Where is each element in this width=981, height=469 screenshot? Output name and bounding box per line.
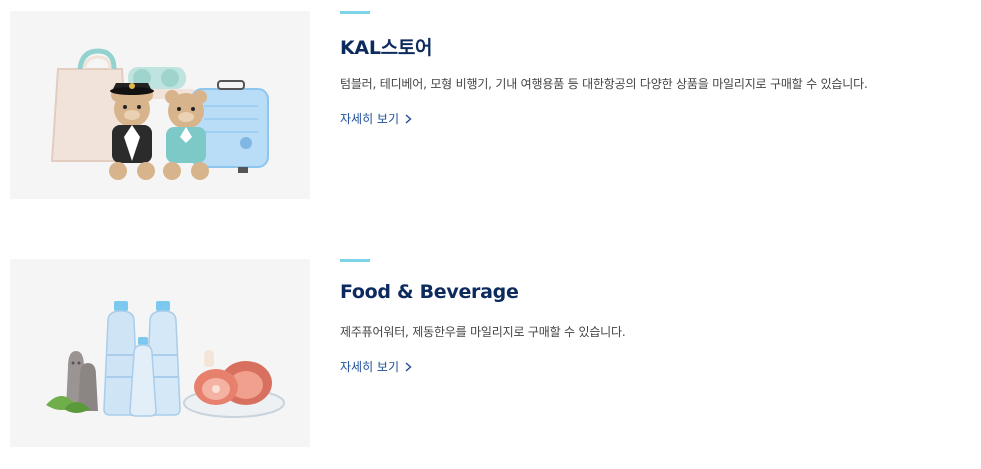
chevron-right-icon — [405, 361, 412, 372]
card-title: KAL스토어 — [340, 37, 433, 59]
accent-bar — [340, 11, 370, 14]
view-details-link[interactable]: 자세히 보기 — [340, 110, 412, 127]
card-title: Food & Beverage — [340, 281, 519, 303]
card-description: 제주퓨어워터, 제동한우를 마일리지로 구매할 수 있습니다. — [340, 325, 626, 339]
food-beverage-card: Food & Beverage 제주퓨어워터, 제동한우를 마일리지로 구매할 … — [0, 248, 981, 458]
water-bottles-meat-illustration — [46, 301, 285, 418]
kal-store-thumbnail — [10, 11, 310, 199]
accent-bar — [340, 259, 370, 262]
kal-store-card: KAL스토어 텀블러, 테디베어, 모형 비행기, 기내 여행용품 등 대한항공… — [0, 0, 981, 210]
card-description: 텀블러, 테디베어, 모형 비행기, 기내 여행용품 등 대한항공의 다양한 상… — [340, 77, 868, 91]
view-details-link[interactable]: 자세히 보기 — [340, 358, 412, 375]
chevron-right-icon — [405, 113, 412, 124]
food-beverage-thumbnail — [10, 259, 310, 447]
teddy-bear-luggage-illustration — [50, 48, 269, 180]
view-details-label: 자세히 보기 — [340, 360, 400, 374]
view-details-label: 자세히 보기 — [340, 112, 400, 126]
